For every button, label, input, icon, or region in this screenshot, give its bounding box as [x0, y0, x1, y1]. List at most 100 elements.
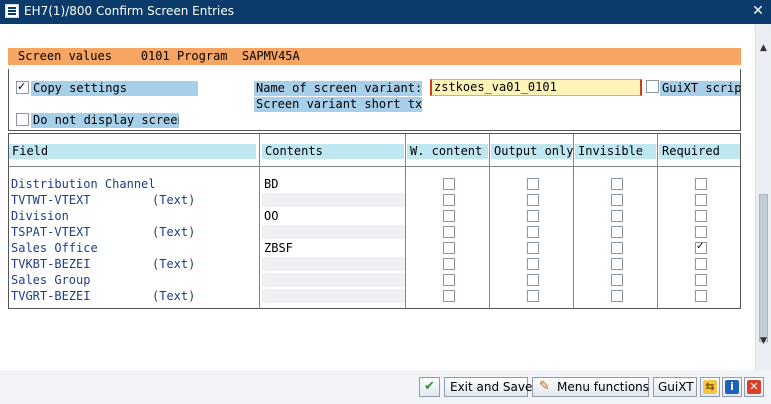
- field-name: TVKBT-BEZEI: [11, 257, 91, 271]
- required-checkbox[interactable]: [695, 290, 707, 302]
- output-only-checkbox[interactable]: [527, 242, 539, 254]
- menu-functions-button[interactable]: ✎ Menu functions: [532, 377, 649, 397]
- invisible-checkbox[interactable]: [611, 226, 623, 238]
- w-content-checkbox[interactable]: [443, 242, 455, 254]
- required-checkbox[interactable]: [695, 241, 707, 254]
- do-not-display-label: Do not display screen: [31, 113, 179, 128]
- field-suffix: (Text): [152, 257, 196, 271]
- output-only-checkbox[interactable]: [527, 194, 539, 206]
- invisible-checkbox[interactable]: [611, 194, 623, 206]
- guixt-button[interactable]: GuiXT: [653, 377, 697, 397]
- contents-cell[interactable]: [262, 225, 405, 239]
- invisible-checkbox[interactable]: [611, 178, 623, 190]
- w-content-checkbox[interactable]: [443, 258, 455, 270]
- field-suffix: (Text): [152, 225, 196, 239]
- contents-cell[interactable]: ZBSF: [262, 241, 405, 255]
- transfer-button[interactable]: ⇆: [700, 377, 720, 397]
- table-row: Sales Office ZBSF: [0, 240, 771, 256]
- column-header-invisible[interactable]: Invisible: [575, 144, 656, 159]
- variant-name-input[interactable]: zstkoes_va01_0101: [430, 79, 642, 96]
- short-text-label: Screen variant short txt: [254, 97, 422, 112]
- table-row: Distribution Channel BD: [0, 176, 771, 192]
- required-checkbox[interactable]: [695, 210, 707, 222]
- contents-cell[interactable]: [262, 193, 405, 207]
- cancel-icon: ✕: [747, 380, 761, 394]
- copy-settings-checkbox[interactable]: [16, 80, 29, 94]
- invisible-checkbox[interactable]: [611, 290, 623, 302]
- transfer-icon: ⇆: [703, 380, 717, 394]
- cancel-button[interactable]: ✕: [744, 377, 764, 397]
- screen-values-header: Screen values 0101 Program SAPMV45A: [8, 48, 741, 65]
- output-only-checkbox[interactable]: [527, 258, 539, 270]
- w-content-checkbox[interactable]: [443, 290, 455, 302]
- column-header-w-content[interactable]: W. content: [407, 144, 488, 159]
- table-row: TVKBT-BEZEI (Text): [0, 256, 771, 272]
- check-icon: ✔: [424, 379, 435, 394]
- exit-and-save-label: Exit and Save: [450, 380, 533, 394]
- variant-name-label: Name of screen variant:: [254, 81, 422, 96]
- field-name: TVGRT-BEZEI: [11, 289, 91, 303]
- confirm-button[interactable]: ✔: [419, 377, 440, 397]
- invisible-checkbox[interactable]: [611, 258, 623, 270]
- contents-cell[interactable]: [262, 257, 405, 271]
- contents-cell[interactable]: [262, 289, 405, 303]
- required-checkbox[interactable]: [695, 226, 707, 238]
- table-row: Sales Group: [0, 272, 771, 288]
- table-row: TVTWT-VTEXT (Text): [0, 192, 771, 208]
- w-content-checkbox[interactable]: [443, 210, 455, 222]
- field-name: Sales Office: [11, 241, 98, 255]
- info-icon: i: [725, 380, 739, 394]
- field-name: TSPAT-VTEXT: [11, 225, 91, 239]
- exit-and-save-button[interactable]: Exit and Save: [444, 377, 532, 397]
- field-name: Division: [11, 209, 69, 223]
- output-only-checkbox[interactable]: [527, 226, 539, 238]
- guixt-button-label: GuiXT: [658, 380, 694, 394]
- contents-cell[interactable]: BD: [262, 177, 405, 191]
- field-name: Distribution Channel: [11, 177, 156, 191]
- guixt-script-checkbox[interactable]: [646, 80, 659, 93]
- output-only-checkbox[interactable]: [527, 210, 539, 222]
- column-header-contents[interactable]: Contents: [262, 144, 404, 159]
- w-content-checkbox[interactable]: [443, 178, 455, 190]
- field-name: TVTWT-VTEXT: [11, 193, 91, 207]
- menu-functions-label: Menu functions: [557, 380, 650, 394]
- info-button[interactable]: i: [722, 377, 742, 397]
- field-name: Sales Group: [11, 273, 91, 287]
- invisible-checkbox[interactable]: [611, 274, 623, 286]
- close-window-button[interactable]: ✕: [749, 2, 767, 20]
- column-header-output-only[interactable]: Output only: [491, 144, 573, 159]
- field-suffix: (Text): [152, 289, 196, 303]
- table-row: TVGRT-BEZEI (Text): [0, 288, 771, 304]
- w-content-checkbox[interactable]: [443, 274, 455, 286]
- window-icon: [5, 4, 19, 18]
- guixt-script-label: GuiXT scrip: [660, 81, 740, 96]
- w-content-checkbox[interactable]: [443, 226, 455, 238]
- scroll-down-icon[interactable]: ▼: [757, 334, 770, 348]
- required-checkbox[interactable]: [695, 178, 707, 190]
- copy-settings-label: Copy settings: [31, 81, 198, 96]
- required-checkbox[interactable]: [695, 258, 707, 270]
- title-bar: EH7(1)/800 Confirm Screen Entries ✕: [0, 0, 771, 24]
- output-only-checkbox[interactable]: [527, 178, 539, 190]
- output-only-checkbox[interactable]: [527, 290, 539, 302]
- invisible-checkbox[interactable]: [611, 210, 623, 222]
- column-header-field[interactable]: Field: [9, 144, 256, 159]
- scroll-up-icon[interactable]: ▲: [757, 41, 770, 55]
- required-checkbox[interactable]: [695, 274, 707, 286]
- short-text-input[interactable]: [430, 97, 642, 111]
- field-suffix: (Text): [152, 193, 196, 207]
- wand-icon: ✎: [539, 379, 550, 394]
- do-not-display-checkbox[interactable]: [16, 113, 29, 126]
- table-row: Division OO: [0, 208, 771, 224]
- header-divider: [9, 166, 740, 167]
- contents-cell[interactable]: [262, 273, 405, 287]
- bottom-toolbar: ✔ Exit and Save ✎ Menu functions GuiXT ⇆…: [0, 370, 771, 404]
- window-title: EH7(1)/800 Confirm Screen Entries: [24, 4, 234, 18]
- output-only-checkbox[interactable]: [527, 274, 539, 286]
- column-header-required[interactable]: Required: [659, 144, 740, 159]
- contents-cell[interactable]: OO: [262, 209, 405, 223]
- required-checkbox[interactable]: [695, 194, 707, 206]
- w-content-checkbox[interactable]: [443, 194, 455, 206]
- invisible-checkbox[interactable]: [611, 242, 623, 254]
- table-row: TSPAT-VTEXT (Text): [0, 224, 771, 240]
